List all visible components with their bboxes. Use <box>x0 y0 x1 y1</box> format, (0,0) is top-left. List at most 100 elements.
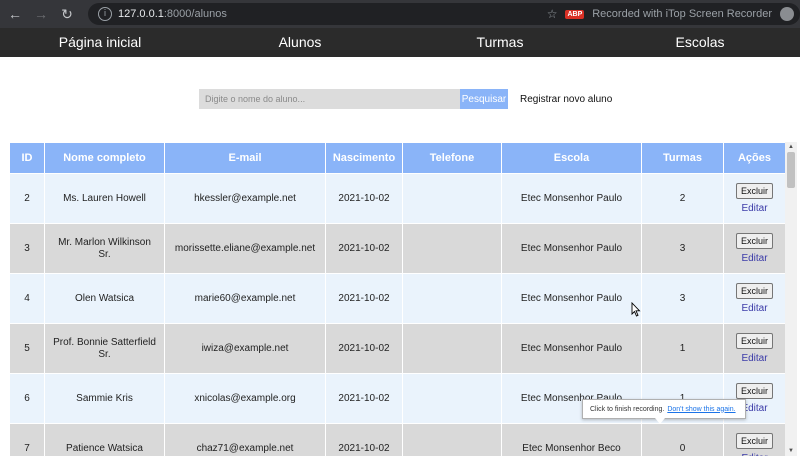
column-header-actions: Ações <box>723 142 785 174</box>
table-scrollbar[interactable]: ▲ ▼ <box>785 142 797 456</box>
column-header-birth: Nascimento <box>325 142 403 174</box>
delete-button[interactable]: Excluir <box>735 282 773 299</box>
cell-actions: Excluir Editar <box>723 273 785 324</box>
cell-actions: Excluir Editar <box>723 173 785 224</box>
cell-phone <box>402 273 502 324</box>
cell-name: Patience Watsica <box>44 423 165 456</box>
cell-id: 3 <box>9 223 45 274</box>
delete-button[interactable]: Excluir <box>735 432 773 449</box>
cell-id: 7 <box>9 423 45 456</box>
delete-button[interactable]: Excluir <box>735 332 773 349</box>
search-button[interactable]: Pesquisar <box>460 89 508 109</box>
column-header-school: Escola <box>501 142 642 174</box>
scroll-down-arrow-icon[interactable]: ▼ <box>785 446 797 456</box>
nav-students[interactable]: Alunos <box>200 28 400 57</box>
tooltip-arrow <box>655 418 665 424</box>
cell-id: 5 <box>9 323 45 374</box>
cell-classes: 1 <box>641 323 724 374</box>
url-path: :8000/alunos <box>163 8 227 20</box>
cell-id: 6 <box>9 373 45 424</box>
url-text: 127.0.0.1:8000/alunos <box>118 8 227 20</box>
edit-link[interactable]: Editar <box>730 303 779 315</box>
cell-classes: 2 <box>641 173 724 224</box>
nav-home[interactable]: Página inicial <box>0 28 200 57</box>
cell-phone <box>402 423 502 456</box>
column-header-name: Nome completo <box>44 142 165 174</box>
cell-school: Etec Monsenhor Paulo <box>501 323 642 374</box>
dont-show-again-link[interactable]: Don't show this again. <box>667 406 735 413</box>
nav-classes[interactable]: Turmas <box>400 28 600 57</box>
register-student-link[interactable]: Registrar novo aluno <box>520 94 612 105</box>
cell-classes: 0 <box>641 423 724 456</box>
cell-name: Ms. Lauren Howell <box>44 173 165 224</box>
cell-email: morissette.eliane@example.net <box>164 223 326 274</box>
search-bar: Pesquisar Registrar novo aluno <box>199 89 612 109</box>
scroll-up-arrow-icon[interactable]: ▲ <box>785 142 797 152</box>
url-host: 127.0.0.1 <box>118 8 164 20</box>
table-row: 5 Prof. Bonnie Satterfield Sr. iwiza@exa… <box>9 323 785 374</box>
column-header-email: E-mail <box>164 142 326 174</box>
cell-school: Etec Monsenhor Paulo <box>501 223 642 274</box>
cell-name: Sammie Kris <box>44 373 165 424</box>
forward-icon[interactable]: → <box>30 3 52 25</box>
nav-schools[interactable]: Escolas <box>600 28 800 57</box>
cell-phone <box>402 173 502 224</box>
edit-link[interactable]: Editar <box>730 253 779 265</box>
cell-classes: 3 <box>641 273 724 324</box>
delete-button[interactable]: Excluir <box>735 182 773 199</box>
mouse-cursor-icon <box>631 302 641 317</box>
search-input[interactable] <box>199 89 460 109</box>
cell-name: Mr. Marlon Wilkinson Sr. <box>44 223 165 274</box>
cell-actions: Excluir Editar <box>723 223 785 274</box>
edit-link[interactable]: Editar <box>730 453 779 456</box>
cell-birth: 2021-10-02 <box>325 173 403 224</box>
site-navbar: Página inicial Alunos Turmas Escolas <box>0 28 800 57</box>
cell-school: Etec Monsenhor Paulo <box>501 173 642 224</box>
table-row: 7 Patience Watsica chaz71@example.net 20… <box>9 423 785 456</box>
edit-link[interactable]: Editar <box>730 203 779 215</box>
cell-name: Olen Watsica <box>44 273 165 324</box>
cell-actions: Excluir Editar <box>723 323 785 374</box>
column-header-phone: Telefone <box>402 142 502 174</box>
profile-avatar[interactable] <box>780 7 794 21</box>
cell-birth: 2021-10-02 <box>325 423 403 456</box>
cell-school: Etec Monsenhor Beco <box>501 423 642 456</box>
browser-toolbar: ← → ↻ i 127.0.0.1:8000/alunos ☆ ABP Reco… <box>0 0 800 28</box>
delete-button[interactable]: Excluir <box>735 232 773 249</box>
reload-icon[interactable]: ↻ <box>56 3 78 25</box>
cell-email: iwiza@example.net <box>164 323 326 374</box>
table-row: 4 Olen Watsica marie60@example.net 2021-… <box>9 273 785 324</box>
adblock-icon[interactable]: ABP <box>565 9 585 19</box>
edit-link[interactable]: Editar <box>730 353 779 365</box>
column-header-id: ID <box>9 142 45 174</box>
recording-watermark: Recorded with iTop Screen Recorder <box>592 8 772 20</box>
cell-name: Prof. Bonnie Satterfield Sr. <box>44 323 165 374</box>
table-header-row: ID Nome completo E-mail Nascimento Telef… <box>9 142 785 174</box>
reading-list-icon[interactable]: ☆ <box>547 7 558 21</box>
info-icon[interactable]: i <box>98 7 112 21</box>
cell-phone <box>402 323 502 374</box>
cell-email: marie60@example.net <box>164 273 326 324</box>
cell-id: 2 <box>9 173 45 224</box>
cell-actions: Excluir Editar <box>723 423 785 456</box>
delete-button[interactable]: Excluir <box>735 382 773 399</box>
table-row: 2 Ms. Lauren Howell hkessler@example.net… <box>9 173 785 224</box>
table-row: 3 Mr. Marlon Wilkinson Sr. morissette.el… <box>9 223 785 274</box>
cell-phone <box>402 373 502 424</box>
back-icon[interactable]: ← <box>4 3 26 25</box>
cell-classes: 3 <box>641 223 724 274</box>
cell-phone <box>402 223 502 274</box>
address-bar[interactable]: i 127.0.0.1:8000/alunos ☆ ABP Recorded w… <box>88 3 800 25</box>
cell-birth: 2021-10-02 <box>325 273 403 324</box>
cell-birth: 2021-10-02 <box>325 373 403 424</box>
scrollbar-thumb[interactable] <box>787 152 795 188</box>
tooltip-text: Click to finish recording. <box>590 405 665 413</box>
cell-school: Etec Monsenhor Paulo <box>501 273 642 324</box>
cell-id: 4 <box>9 273 45 324</box>
cell-birth: 2021-10-02 <box>325 223 403 274</box>
cell-email: xnicolas@example.org <box>164 373 326 424</box>
cell-email: hkessler@example.net <box>164 173 326 224</box>
cell-birth: 2021-10-02 <box>325 323 403 374</box>
column-header-classes: Turmas <box>641 142 724 174</box>
cell-email: chaz71@example.net <box>164 423 326 456</box>
